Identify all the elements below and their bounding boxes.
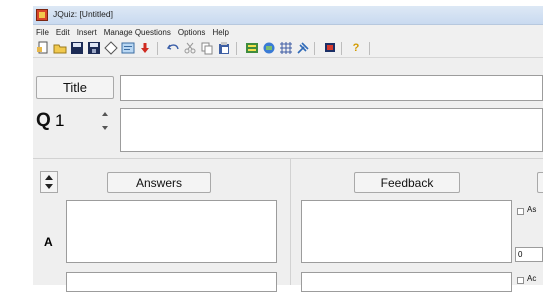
menu-file[interactable]: File bbox=[33, 28, 53, 37]
feedback-header-label: Feedback bbox=[380, 175, 434, 190]
toolbar-separator bbox=[314, 42, 315, 55]
options-header-button[interactable] bbox=[537, 172, 543, 193]
web-page-icon[interactable] bbox=[121, 41, 135, 55]
toolbar-separator bbox=[157, 42, 158, 55]
feedback-text-area[interactable] bbox=[301, 200, 512, 263]
menu-insert[interactable]: Insert bbox=[74, 28, 101, 37]
up-down-arrows-icon[interactable] bbox=[40, 171, 58, 193]
accept-checkbox[interactable] bbox=[517, 208, 524, 215]
open-folder-icon[interactable] bbox=[53, 41, 67, 55]
save-icon[interactable] bbox=[70, 41, 84, 55]
diamond-icon[interactable] bbox=[104, 41, 118, 55]
menu-edit[interactable]: Edit bbox=[53, 28, 74, 37]
question-number-spinner[interactable] bbox=[99, 109, 111, 133]
copy-icon[interactable] bbox=[200, 41, 214, 55]
answers-header-label: Answers bbox=[135, 175, 182, 190]
accept-checkbox-label: As bbox=[527, 205, 537, 214]
answers-header-button[interactable]: Answers bbox=[107, 172, 211, 193]
title-button[interactable]: Title bbox=[36, 76, 114, 99]
answer-text-area[interactable] bbox=[66, 272, 277, 292]
question-number-field[interactable]: 1 bbox=[52, 110, 87, 132]
title-input[interactable] bbox=[120, 75, 543, 101]
flag-icon[interactable] bbox=[323, 41, 337, 55]
title-button-label: Title bbox=[62, 80, 88, 95]
tool-icon[interactable] bbox=[296, 41, 310, 55]
toolbar-separator bbox=[341, 42, 342, 55]
section-divider bbox=[33, 158, 543, 159]
accept-checkbox[interactable] bbox=[517, 277, 524, 284]
answer-text-area[interactable] bbox=[66, 200, 277, 263]
menu-bar: File Edit Insert Manage Questions Option… bbox=[33, 25, 543, 39]
panel-divider bbox=[290, 158, 291, 285]
save-as-icon[interactable] bbox=[87, 41, 101, 55]
feedback-header-button[interactable]: Feedback bbox=[354, 172, 460, 193]
percent-correct-field[interactable]: 0 bbox=[515, 247, 543, 262]
accept-checkbox-label: Ac bbox=[527, 274, 537, 283]
feedback-text-area[interactable] bbox=[301, 272, 512, 292]
menu-manage-questions[interactable]: Manage Questions bbox=[101, 28, 175, 37]
new-file-icon[interactable] bbox=[36, 41, 50, 55]
down-arrow-icon[interactable] bbox=[138, 41, 152, 55]
paste-icon[interactable] bbox=[217, 41, 231, 55]
config-icon[interactable] bbox=[245, 41, 259, 55]
menu-options[interactable]: Options bbox=[175, 28, 210, 37]
toolbar: ? bbox=[33, 39, 543, 58]
help-icon[interactable]: ? bbox=[349, 41, 363, 55]
undo-icon[interactable] bbox=[166, 41, 180, 55]
title-bar: JQuiz: [Untitled] bbox=[33, 6, 543, 25]
grid-icon[interactable] bbox=[279, 41, 293, 55]
app-icon bbox=[36, 9, 48, 21]
toolbar-separator bbox=[236, 42, 237, 55]
export-icon[interactable] bbox=[262, 41, 276, 55]
toolbar-separator bbox=[369, 42, 370, 55]
answer-letter: A bbox=[44, 235, 53, 249]
window-title: JQuiz: [Untitled] bbox=[53, 9, 113, 19]
question-prefix: Q bbox=[36, 110, 51, 131]
menu-help[interactable]: Help bbox=[209, 28, 232, 37]
cut-icon[interactable] bbox=[183, 41, 197, 55]
question-text-area[interactable] bbox=[120, 108, 543, 152]
